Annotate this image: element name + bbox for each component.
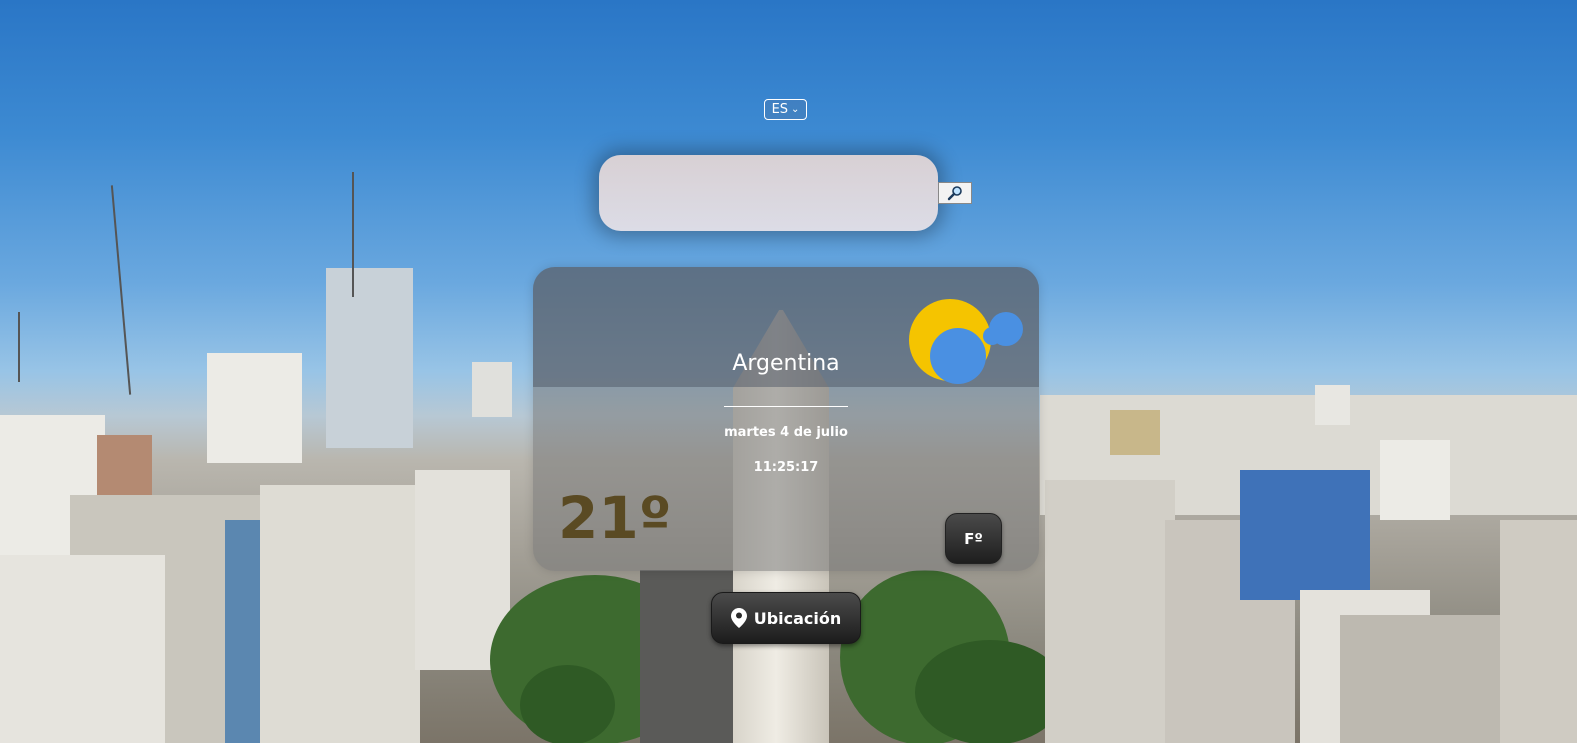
time-text: 11:25:17: [753, 460, 819, 475]
language-value: ES: [771, 102, 789, 117]
search-input[interactable]: [599, 155, 938, 231]
location-name: Argentina: [732, 351, 840, 376]
location-button-label: Ubicación: [753, 608, 842, 628]
magnifier-icon: [947, 186, 962, 201]
cloud-shape-large: [930, 328, 986, 384]
map-pin-icon: [730, 608, 747, 628]
unit-toggle-label: Fº: [964, 529, 983, 548]
location-button[interactable]: Ubicación: [711, 592, 861, 644]
partly-cloudy-icon: [909, 299, 1023, 384]
weather-card: Argentina martes 4 de julio 11:25:17 21º…: [533, 267, 1039, 571]
date-text: martes 4 de julio: [724, 425, 848, 440]
divider: [724, 406, 848, 407]
chevron-down-icon: ⌄: [791, 104, 800, 115]
unit-toggle-button[interactable]: Fº: [945, 513, 1002, 564]
temperature-value: 21º: [558, 484, 672, 552]
search-button[interactable]: [938, 182, 972, 204]
language-select[interactable]: ES ⌄: [764, 99, 807, 120]
